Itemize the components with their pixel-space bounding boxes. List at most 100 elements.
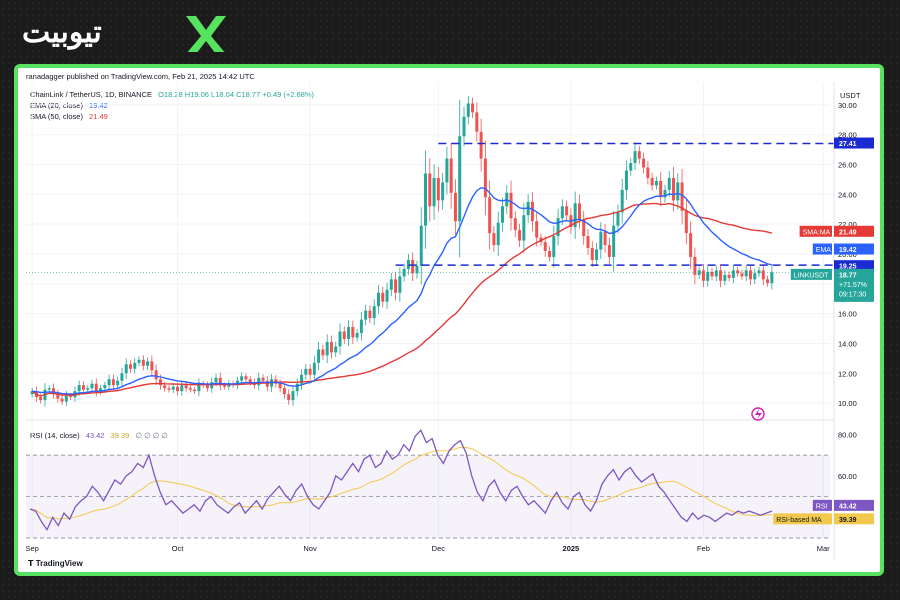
candle-body [64, 395, 68, 402]
candle-body [633, 151, 637, 164]
candle-body [424, 173, 428, 226]
candle-body [535, 221, 539, 238]
candle-body [513, 218, 517, 231]
candle-body [205, 385, 209, 389]
price-tick-label: 10.00 [838, 399, 857, 408]
price-tick-label: 16.00 [838, 310, 857, 319]
candle-body [376, 292, 380, 307]
candle-body [128, 364, 132, 369]
candle-body [214, 377, 218, 383]
candle-body [385, 289, 389, 302]
candle-body [479, 131, 483, 159]
candle-body [766, 279, 770, 284]
candle-body [398, 276, 402, 293]
candle-body [599, 231, 603, 250]
time-tick-label: Nov [303, 544, 317, 553]
candle-body [428, 173, 432, 207]
candle-body [364, 310, 368, 320]
candle-body [548, 251, 552, 257]
site-logo[interactable]: تیوبیت [18, 10, 228, 54]
candle-body [184, 385, 188, 389]
candle-body [176, 386, 180, 392]
chart-frame: ranadagger published on TradingView.com,… [14, 64, 884, 576]
candle-body [642, 158, 646, 168]
candle-body [637, 151, 641, 159]
candle-body [616, 212, 620, 226]
candle-body [308, 368, 312, 375]
candle-body [146, 361, 150, 366]
tradingview-brand[interactable]: 𝗧 TradingView [28, 559, 83, 568]
time-tick-label: Dec [432, 544, 446, 553]
candle-body [342, 331, 346, 339]
candle-body [441, 182, 445, 201]
candle-body [90, 383, 94, 389]
candle-body [248, 379, 252, 383]
candle-body [291, 391, 295, 401]
rsi-tick-label: 80.00 [838, 430, 857, 439]
svg-text:تیوبیت: تیوبیت [22, 16, 102, 50]
badge-price-value: 09:17:30 [839, 291, 866, 298]
price-tick-label: 30.00 [838, 101, 857, 110]
candle-body [167, 388, 171, 390]
candle-body [188, 388, 192, 390]
candle-body [701, 270, 705, 281]
candle-body [727, 274, 731, 278]
candle-body [278, 383, 282, 389]
candle-body [154, 370, 158, 380]
candle-body [761, 270, 765, 280]
price-chart[interactable]: 30.0028.0026.0024.0022.0020.0018.0016.00… [18, 68, 880, 572]
time-tick-label: 2025 [563, 544, 580, 553]
candle-body [240, 376, 244, 381]
logo-icon: تیوبیت [22, 16, 226, 54]
candle-body [530, 201, 534, 222]
badge-rsi-ma-label: RSI-based MA [776, 517, 822, 524]
candle-body [372, 306, 376, 319]
candle-body [719, 270, 723, 281]
candle-body [261, 377, 265, 381]
candle-body [462, 116, 466, 137]
candle-body [317, 349, 321, 363]
badge-price-value: +71.57% [839, 282, 867, 289]
time-tick-label: Mar [817, 544, 830, 553]
candle-body [116, 380, 120, 386]
candle-body [518, 230, 522, 241]
badge-rsi-value: 43.42 [839, 503, 857, 510]
candle-body [650, 177, 654, 186]
candle-body [244, 376, 248, 380]
rsi-tick-label: 60.00 [838, 472, 857, 481]
candle-body [47, 388, 51, 390]
candle-body [312, 362, 316, 375]
candle-body [471, 103, 475, 113]
candle-body [475, 112, 479, 132]
rsi-band [26, 454, 830, 539]
candle-body [355, 333, 359, 338]
candle-body [496, 222, 500, 246]
candle-body [565, 206, 569, 216]
badge-sma-value: 21.49 [839, 229, 857, 236]
candle-body [180, 385, 184, 392]
candle-body [612, 225, 616, 257]
candle-body [411, 259, 415, 274]
candle-body [723, 274, 727, 281]
lightning-icon[interactable] [751, 407, 765, 421]
badge-ema-label: EMA [816, 247, 832, 254]
candle-body [321, 349, 325, 356]
candle-body [77, 385, 81, 392]
candle-body [744, 270, 748, 277]
candle-body [325, 341, 329, 356]
candle-body [466, 103, 470, 117]
badge-price-value: 18.77 [839, 272, 857, 279]
candle-body [141, 359, 145, 366]
candle-body [560, 206, 564, 219]
candle-body [672, 177, 676, 201]
candle-body [607, 245, 611, 257]
candle-body [629, 163, 633, 171]
candle-body [338, 331, 342, 347]
candle-body [552, 236, 556, 257]
candle-body [432, 177, 436, 207]
tradingview-logo-icon: 𝗧 [28, 559, 36, 568]
candle-body [590, 248, 594, 260]
badge-sma-label: SMA:MA [803, 229, 831, 236]
candle-body [522, 215, 526, 241]
candle-body [500, 206, 504, 223]
